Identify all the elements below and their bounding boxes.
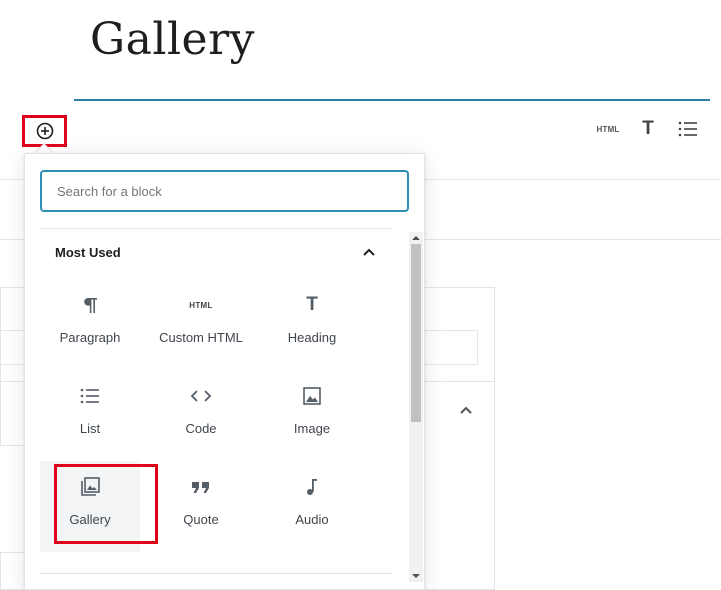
list-icon [678,121,697,137]
audio-icon [300,475,324,499]
block-label: Custom HTML [159,330,243,345]
block-paragraph[interactable]: Paragraph [40,279,140,370]
block-label: Code [185,421,217,436]
chevron-up-icon [363,248,375,256]
scroll-up-arrow-icon[interactable] [409,232,423,244]
inserter-scrollbar[interactable] [409,232,423,582]
heading-icon: T [642,118,654,139]
block-custom-html[interactable]: HTML Custom HTML [151,279,251,370]
block-label: Paragraph [59,330,121,345]
block-shortcuts-toolbar: HTML T [597,118,699,140]
scrollbar-thumb[interactable] [411,244,421,422]
panel-divider [40,228,392,229]
heading-icon: T [306,294,318,315]
scroll-down-arrow-icon[interactable] [409,570,423,582]
block-label: List [79,421,101,436]
code-icon [189,384,213,408]
panel-divider [40,573,392,574]
image-icon [300,384,324,408]
block-label: Heading [287,330,337,345]
block-quote[interactable]: Quote [151,461,251,552]
block-label: Image [293,421,331,436]
heading-shortcut[interactable]: T [637,118,659,140]
plus-circle-icon [36,122,53,140]
block-label: Audio [295,512,329,527]
list-shortcut[interactable] [677,118,699,140]
title-focus-underline [74,99,710,101]
block-code[interactable]: Code [151,370,251,461]
most-used-panel-toggle[interactable]: Most Used [40,234,392,270]
chevron-up-icon[interactable] [458,402,474,418]
block-list-item[interactable]: List [40,370,140,461]
list-icon [78,384,102,408]
html-icon: HTML [189,300,213,310]
gallery-highlight-frame [54,464,158,544]
add-block-button[interactable] [22,115,67,147]
panel-title: Most Used [55,244,121,260]
custom-html-shortcut[interactable]: HTML [596,118,620,140]
block-search-input[interactable] [40,170,409,212]
block-label: Quote [183,512,219,527]
block-heading[interactable]: T Heading [262,279,362,370]
post-title[interactable]: Gallery [90,14,255,65]
block-audio[interactable]: Audio [262,461,362,552]
block-image[interactable]: Image [262,370,362,461]
html-icon: HTML [596,124,620,134]
paragraph-icon [78,293,102,317]
quote-icon [189,475,213,499]
